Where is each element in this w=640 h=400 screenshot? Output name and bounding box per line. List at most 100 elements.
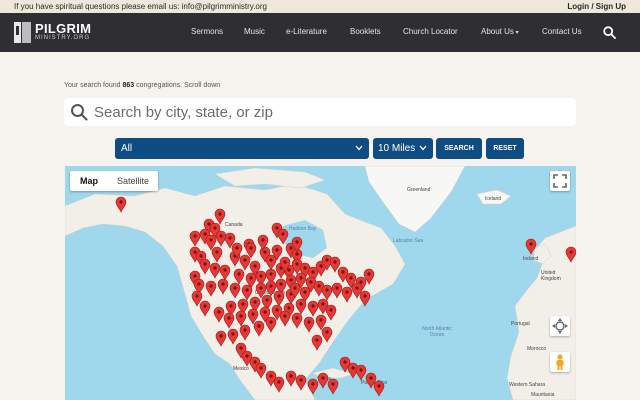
map-pin-dot — [329, 308, 333, 312]
map-type-map-button[interactable]: Map — [70, 171, 108, 191]
church-marker[interactable] — [359, 290, 371, 307]
map-type-satellite-button[interactable]: Satellite — [108, 171, 158, 191]
church-marker[interactable] — [211, 246, 223, 263]
reset-button[interactable]: RESET — [486, 138, 524, 159]
church-marker[interactable] — [199, 258, 211, 275]
map-pin-icon — [307, 378, 319, 395]
church-marker[interactable] — [115, 196, 127, 213]
map-pin-dot — [259, 286, 263, 290]
church-marker[interactable] — [525, 238, 537, 255]
map-pin-dot — [289, 246, 293, 250]
pegman-icon — [556, 354, 564, 370]
radius-select[interactable]: 10 Miles — [373, 138, 433, 159]
map-pin-icon — [317, 372, 329, 389]
nav-church-locator[interactable]: Church Locator — [403, 27, 458, 36]
top-notice-bar: If you have spiritual questions please e… — [0, 0, 640, 13]
map-pin-icon — [239, 324, 251, 341]
church-marker[interactable] — [239, 324, 251, 341]
map-pin-dot — [335, 286, 339, 290]
church-marker[interactable] — [373, 380, 385, 397]
church-marker[interactable] — [303, 316, 315, 333]
map-pin-dot — [275, 248, 279, 252]
church-marker[interactable] — [355, 364, 367, 381]
church-marker[interactable] — [341, 286, 353, 303]
map-pin-dot — [275, 308, 279, 312]
map-pin-dot — [283, 260, 287, 264]
church-marker[interactable] — [273, 376, 285, 393]
church-marker[interactable] — [295, 298, 307, 315]
church-marker[interactable] — [325, 304, 337, 321]
church-marker[interactable] — [199, 300, 211, 317]
nav-about-us[interactable]: About Us ▾ — [481, 27, 519, 36]
church-marker[interactable] — [331, 282, 343, 299]
nav-contact-us[interactable]: Contact Us — [542, 27, 582, 36]
church-marker[interactable] — [565, 246, 576, 263]
church-marker[interactable] — [291, 312, 303, 329]
church-marker[interactable] — [273, 290, 285, 307]
map-pin-icon — [211, 246, 223, 263]
map-pin-dot — [569, 250, 573, 254]
login-signup-link[interactable]: Login / Sign Up — [567, 2, 626, 11]
map-pin-dot — [263, 310, 267, 314]
map-pin-dot — [193, 250, 197, 254]
nav-booklets[interactable]: Booklets — [350, 27, 381, 36]
camera-control-button[interactable] — [550, 316, 570, 336]
church-marker[interactable] — [279, 310, 291, 327]
church-marker[interactable] — [327, 378, 339, 395]
map-pin-dot — [261, 238, 265, 242]
church-marker[interactable] — [223, 312, 235, 329]
church-marker[interactable] — [321, 326, 333, 343]
street-view-pegman[interactable] — [550, 352, 570, 372]
fullscreen-button[interactable] — [550, 171, 570, 191]
church-marker[interactable] — [295, 374, 307, 391]
church-marker[interactable] — [277, 228, 289, 245]
caret-down-icon: ▾ — [513, 30, 519, 36]
church-locator-map[interactable]: Canada Greenland Iceland Hudson Bay Labr… — [65, 166, 576, 400]
church-marker[interactable] — [265, 316, 277, 333]
church-marker[interactable] — [209, 262, 221, 279]
map-pin-icon — [277, 228, 289, 245]
church-marker[interactable] — [219, 264, 231, 281]
church-marker[interactable] — [217, 278, 229, 295]
church-marker[interactable] — [213, 306, 225, 323]
church-marker[interactable] — [241, 284, 253, 301]
church-marker[interactable] — [227, 328, 239, 345]
map-pin-dot — [119, 200, 123, 204]
church-marker[interactable] — [255, 362, 267, 379]
map-pin-dot — [257, 324, 261, 328]
nav-sermons[interactable]: Sermons — [191, 27, 223, 36]
site-logo[interactable]: PILGRIM MINISTRY.ORG — [14, 20, 104, 46]
church-marker[interactable] — [229, 282, 241, 299]
church-marker[interactable] — [265, 254, 277, 271]
fullscreen-icon — [553, 174, 567, 188]
map-pin-icon — [355, 364, 367, 381]
church-marker[interactable] — [189, 230, 201, 247]
church-marker[interactable] — [233, 268, 245, 285]
church-marker[interactable] — [321, 284, 333, 301]
nav-music[interactable]: Music — [244, 27, 265, 36]
category-select[interactable]: All — [115, 138, 369, 159]
map-pin-dot — [259, 274, 263, 278]
church-marker[interactable] — [215, 330, 227, 347]
location-search-input[interactable] — [94, 102, 564, 122]
church-marker[interactable] — [239, 254, 251, 271]
map-pin-dot — [351, 366, 355, 370]
church-marker[interactable] — [307, 300, 319, 317]
church-marker[interactable] — [253, 320, 265, 337]
church-marker[interactable] — [311, 334, 323, 351]
map-pin-dot — [281, 232, 285, 236]
map-pin-dot — [319, 264, 323, 268]
church-marker[interactable] — [215, 230, 227, 247]
church-marker[interactable] — [205, 280, 217, 297]
church-marker[interactable] — [317, 372, 329, 389]
map-pin-icon — [373, 380, 385, 397]
search-icon[interactable] — [603, 26, 616, 39]
map-pin-icon — [205, 280, 217, 297]
church-marker[interactable] — [214, 208, 226, 225]
church-marker[interactable] — [307, 378, 319, 395]
search-button[interactable]: SEARCH — [436, 138, 482, 159]
church-marker[interactable] — [285, 370, 297, 387]
church-marker[interactable] — [235, 310, 247, 327]
map-pin-icon — [115, 196, 127, 213]
nav-e-literature[interactable]: e-Literature — [286, 27, 327, 36]
